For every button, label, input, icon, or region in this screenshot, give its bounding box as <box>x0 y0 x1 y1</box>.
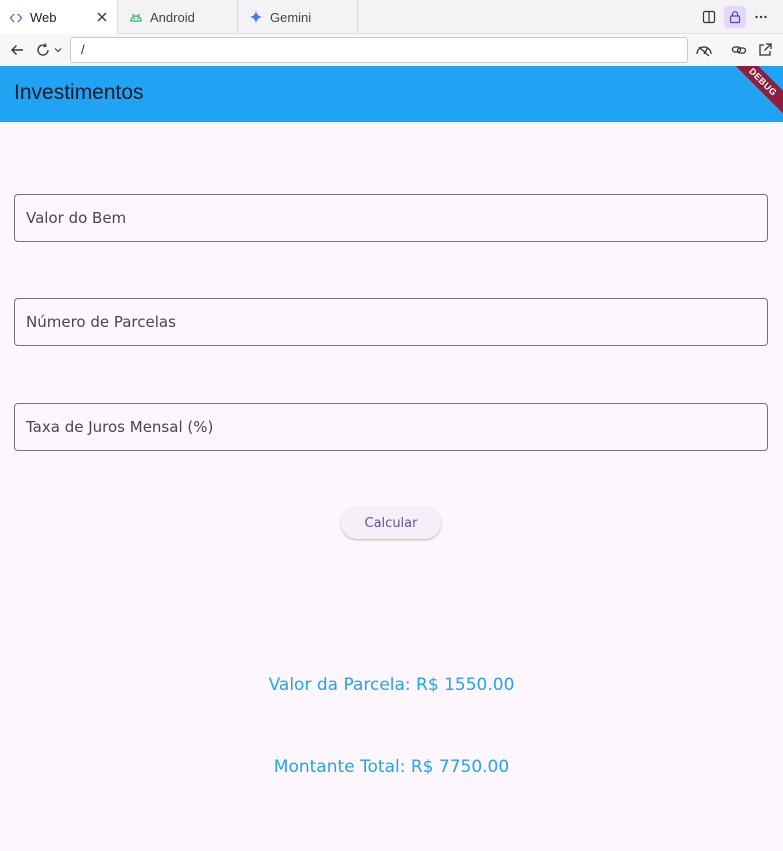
valor-bem-field[interactable] <box>14 194 768 242</box>
code-brackets-icon <box>9 11 23 25</box>
chevron-down-icon[interactable] <box>52 39 64 61</box>
valor-bem-input[interactable] <box>15 195 767 241</box>
gauge-icon[interactable] <box>694 39 714 61</box>
app-bar: Investimentos DEBUG <box>0 66 783 122</box>
more-options-icon[interactable] <box>750 6 772 28</box>
montante-total-result: Montante Total: R$ 7750.00 <box>273 757 510 777</box>
calcular-button[interactable]: Calcular <box>341 507 441 539</box>
reload-icon[interactable] <box>33 39 53 61</box>
tab-label: Android <box>150 9 195 25</box>
android-icon <box>129 10 143 24</box>
numero-parcelas-field[interactable] <box>14 298 768 346</box>
valor-parcela-result: Valor da Parcela: R$ 1550.00 <box>268 675 515 695</box>
tab-label: Web <box>30 10 57 25</box>
tab-gemini[interactable]: Gemini <box>238 0 358 34</box>
tab-android[interactable]: Android <box>118 0 238 34</box>
page-title: Investimentos <box>14 81 144 104</box>
back-arrow-icon[interactable] <box>7 39 27 61</box>
open-external-icon[interactable] <box>755 39 775 61</box>
address-bar-row: / <box>0 34 783 66</box>
tab-web[interactable]: Web <box>0 0 118 35</box>
url-input[interactable]: / <box>70 37 688 63</box>
lock-icon[interactable] <box>724 6 746 28</box>
split-view-icon[interactable] <box>698 6 720 28</box>
link-icon[interactable] <box>729 39 749 61</box>
taxa-juros-input[interactable] <box>15 404 767 450</box>
browser-tab-bar: Web Android Gemini <box>0 0 783 35</box>
numero-parcelas-input[interactable] <box>15 299 767 345</box>
debug-banner: DEBUG <box>721 66 783 122</box>
taxa-juros-field[interactable] <box>14 403 768 451</box>
close-icon[interactable] <box>95 10 109 24</box>
gemini-sparkle-icon <box>249 10 263 24</box>
tab-label: Gemini <box>270 9 312 25</box>
